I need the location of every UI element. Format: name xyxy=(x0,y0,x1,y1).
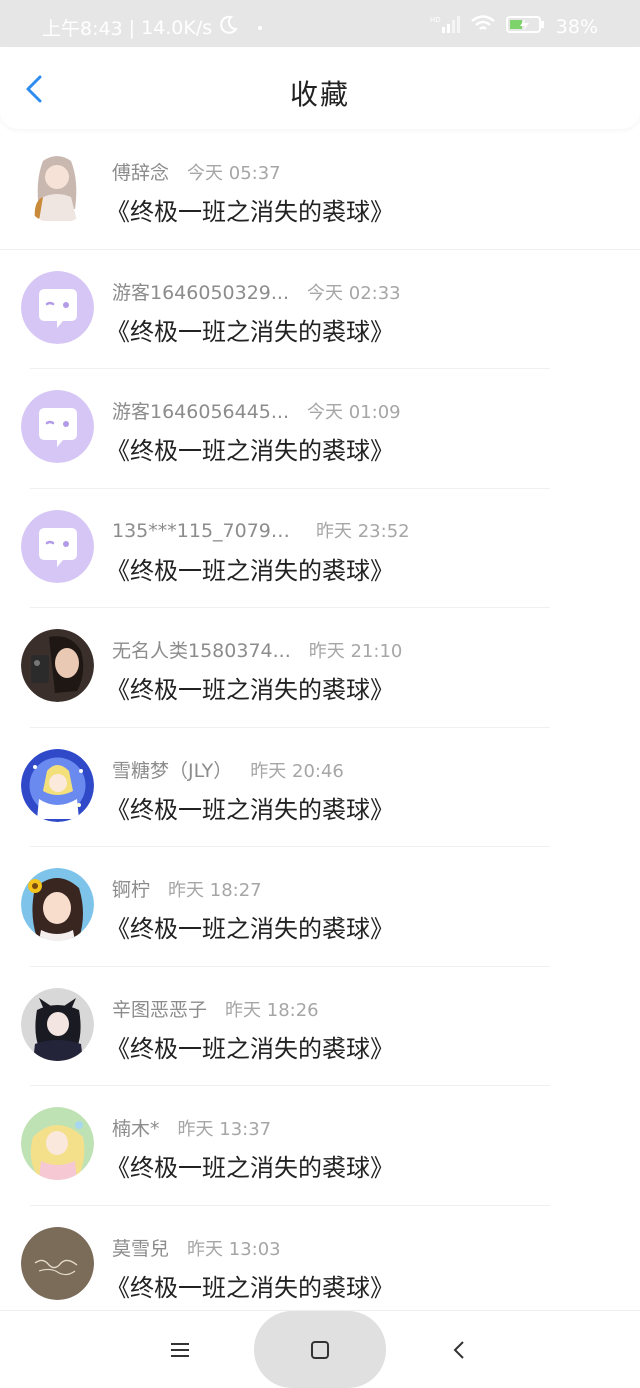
book-title[interactable]: 《终极一班之消失的裘球》 xyxy=(106,909,394,944)
list-item[interactable]: 莫雪兒 昨天 13:03 《终极一班之消失的裘球》 xyxy=(0,1206,640,1325)
user-name[interactable]: 游客1646050329... xyxy=(112,278,289,305)
item-meta: 莫雪兒 昨天 13:03 xyxy=(112,1234,281,1261)
page-title: 收藏 xyxy=(289,78,350,111)
status-time: 上午8:43 xyxy=(42,18,123,40)
timestamp: 昨天 23:52 xyxy=(316,520,410,542)
list-item[interactable]: 傅辞念 今天 05:37 《终极一班之消失的裘球》 xyxy=(0,130,640,250)
status-separator: | xyxy=(128,16,136,39)
item-meta: 无名人类1580374... 昨天 21:10 xyxy=(112,636,402,663)
user-name[interactable]: 锕柠 xyxy=(112,875,150,902)
list-item[interactable]: 辛图恶恶子 昨天 18:26 《终极一班之消失的裘球》 xyxy=(0,967,640,1086)
book-title[interactable]: 《终极一班之消失的裘球》 xyxy=(106,790,394,825)
timestamp: 昨天 13:03 xyxy=(187,1238,281,1260)
list-item[interactable]: 无名人类1580374... 昨天 21:10 《终极一班之消失的裘球》 xyxy=(0,608,640,728)
default-avatar-icon xyxy=(21,509,94,583)
favorites-list: 傅辞念 今天 05:37 《终极一班之消失的裘球》 游客1646050329... 今天… xyxy=(0,130,640,1325)
svg-text:HD: HD xyxy=(430,16,441,24)
avatar[interactable] xyxy=(21,1107,94,1180)
book-title[interactable]: 《终极一班之消失的裘球》 xyxy=(106,1148,394,1183)
item-meta: 楠木* 昨天 13:37 xyxy=(112,1114,271,1141)
book-title[interactable]: 《终极一班之消失的裘球》 xyxy=(106,551,394,586)
list-item[interactable]: 135***115_70792... 昨天 23:52 《终极一班之消失的裘球》 xyxy=(0,489,640,608)
avatar[interactable] xyxy=(21,390,94,463)
anime-avatar-icon xyxy=(21,987,94,1061)
list-item[interactable]: 雪糖梦（JLY） 昨天 20:46 《终极一班之消失的裘球》 xyxy=(0,728,640,847)
item-meta: 锕柠 昨天 18:27 xyxy=(112,875,262,902)
anime-avatar-icon xyxy=(21,868,94,941)
sepia-avatar-icon xyxy=(21,1226,94,1300)
system-nav-bar xyxy=(0,1310,640,1388)
nav-menu-button[interactable] xyxy=(150,1311,210,1388)
list-item[interactable]: 楠木* 昨天 13:37 《终极一班之消失的裘球》 xyxy=(0,1086,640,1206)
avatar[interactable] xyxy=(21,509,94,583)
status-right: HD 38% xyxy=(430,14,598,39)
nav-home-icon-wrap[interactable] xyxy=(290,1311,350,1388)
avatar[interactable] xyxy=(21,987,94,1061)
timestamp: 昨天 13:37 xyxy=(177,1119,272,1140)
user-name[interactable]: 无名人类1580374... xyxy=(112,636,291,663)
status-left: 上午8:43 | 14.0K/s xyxy=(42,14,263,41)
avatar[interactable] xyxy=(21,1226,94,1300)
timestamp: 昨天 20:46 xyxy=(250,760,344,782)
item-meta: 雪糖梦（JLY） 昨天 20:46 xyxy=(112,756,344,783)
anime-avatar-icon xyxy=(21,1107,94,1180)
timestamp: 今天 01:09 xyxy=(307,402,401,423)
wifi-icon xyxy=(470,14,496,39)
signal-icon: HD xyxy=(430,14,460,39)
menu-icon xyxy=(171,1342,189,1357)
user-name[interactable]: 辛图恶恶子 xyxy=(112,995,207,1022)
item-meta: 游客1646056445... 今天 01:09 xyxy=(112,397,401,424)
default-avatar-icon xyxy=(21,270,94,344)
item-meta: 辛图恶恶子 昨天 18:26 xyxy=(112,995,319,1022)
avatar[interactable] xyxy=(21,629,94,702)
avatar[interactable] xyxy=(21,748,94,822)
user-name[interactable]: 楠木* xyxy=(112,1114,160,1141)
girl-illustration-icon xyxy=(21,151,94,224)
book-title[interactable]: 《终极一班之消失的裘球》 xyxy=(106,670,394,705)
list-item[interactable]: 游客1646056445... 今天 01:09 《终极一班之消失的裘球》 xyxy=(0,369,640,489)
user-name[interactable]: 135***115_70792... xyxy=(112,520,298,542)
timestamp: 昨天 18:27 xyxy=(168,880,262,901)
nav-back-button[interactable] xyxy=(430,1311,490,1388)
book-title[interactable]: 《终极一班之消失的裘球》 xyxy=(106,431,394,466)
book-title[interactable]: 《终极一班之消失的裘球》 xyxy=(106,192,394,227)
item-meta: 游客1646050329... 今天 02:33 xyxy=(112,278,401,305)
item-meta: 135***115_70792... 昨天 23:52 xyxy=(112,517,410,543)
user-name[interactable]: 游客1646056445... xyxy=(112,397,289,424)
user-name[interactable]: 莫雪兒 xyxy=(112,1234,169,1261)
book-title[interactable]: 《终极一班之消失的裘球》 xyxy=(106,1029,394,1064)
square-icon xyxy=(311,1340,329,1359)
battery-percent: 38% xyxy=(555,15,598,38)
list-item[interactable]: 游客1646050329... 今天 02:33 《终极一班之消失的裘球》 xyxy=(0,250,640,369)
book-title[interactable]: 《终极一班之消失的裘球》 xyxy=(106,312,394,347)
default-avatar-icon xyxy=(21,390,94,463)
avatar[interactable] xyxy=(21,270,94,344)
timestamp: 今天 05:37 xyxy=(187,163,281,184)
timestamp: 今天 02:33 xyxy=(307,282,401,304)
item-meta: 傅辞念 今天 05:37 xyxy=(112,158,281,185)
list-item[interactable]: 锕柠 昨天 18:27 《终极一班之消失的裘球》 xyxy=(0,847,640,967)
user-name[interactable]: 雪糖梦（JLY） xyxy=(112,756,232,783)
battery-icon xyxy=(505,14,546,39)
chevron-left-icon xyxy=(453,1340,464,1359)
header: 收藏 xyxy=(0,47,640,129)
timestamp: 昨天 21:10 xyxy=(308,641,403,662)
moon-icon xyxy=(218,15,238,40)
timestamp: 昨天 18:26 xyxy=(225,999,319,1021)
book-title[interactable]: 《终极一班之消失的裘球》 xyxy=(106,1268,394,1303)
status-bar: 上午8:43 | 14.0K/s HD 38% xyxy=(0,0,640,47)
photo-avatar-icon xyxy=(21,629,94,702)
status-net-speed: 14.0K/s xyxy=(141,16,213,39)
anime-avatar-icon xyxy=(21,748,94,822)
user-name[interactable]: 傅辞念 xyxy=(112,158,169,185)
status-dot xyxy=(258,25,263,30)
avatar[interactable] xyxy=(21,868,94,941)
avatar[interactable] xyxy=(21,151,94,224)
